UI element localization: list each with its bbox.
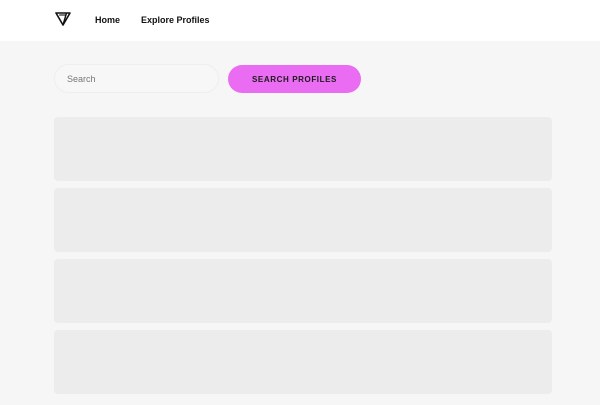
profile-card-placeholder bbox=[54, 330, 552, 394]
search-profiles-button[interactable]: SEARCH PROFILES bbox=[228, 65, 361, 93]
search-bar: SEARCH PROFILES bbox=[0, 0, 600, 100]
profile-card-placeholder bbox=[54, 117, 552, 181]
profile-results-list bbox=[54, 117, 552, 401]
profile-card-placeholder bbox=[54, 259, 552, 323]
profile-card-placeholder bbox=[54, 188, 552, 252]
search-input[interactable] bbox=[54, 64, 219, 93]
